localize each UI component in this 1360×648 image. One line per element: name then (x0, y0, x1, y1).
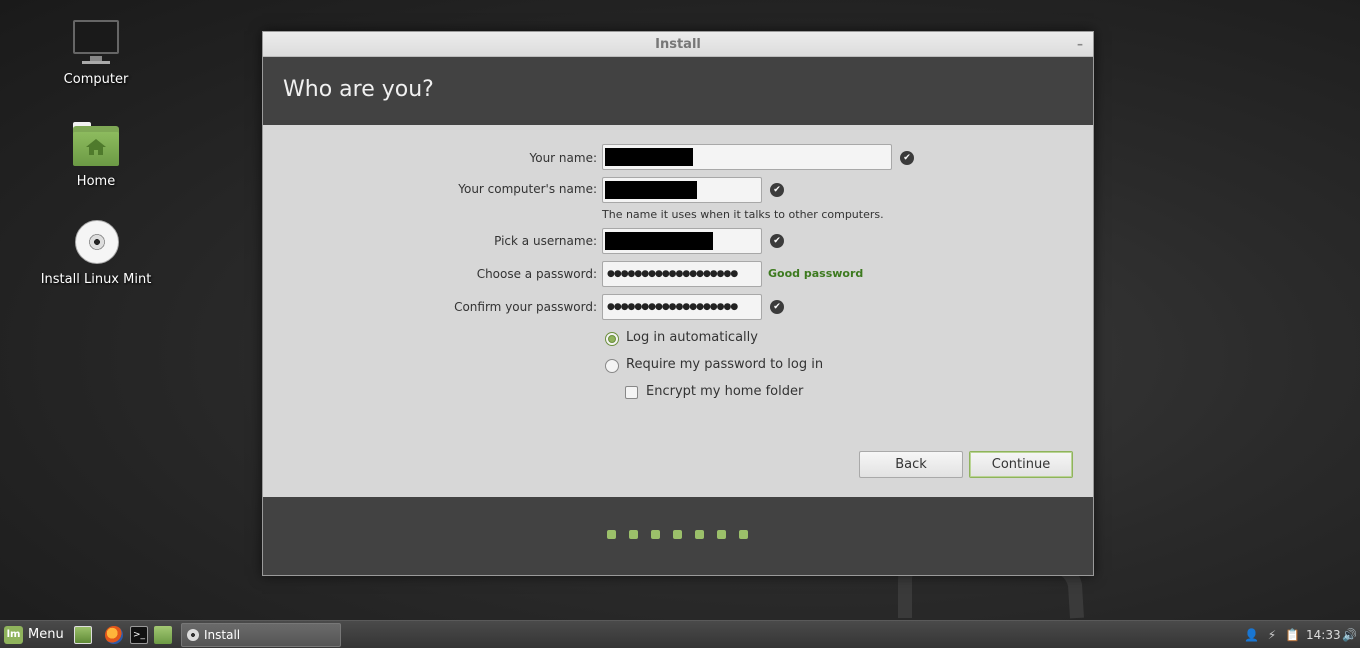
volume-icon[interactable]: 🔊 (1342, 628, 1357, 642)
window-title: Install (655, 37, 701, 52)
login-automatically-radio[interactable] (605, 332, 619, 346)
username-valid-check-icon: ✔ (770, 234, 784, 248)
desktop-icon-label: Home (76, 174, 116, 189)
require-password-radio[interactable] (605, 359, 619, 373)
username-input[interactable] (602, 228, 762, 254)
password-strength: Good password (768, 267, 864, 280)
taskbar: lm Menu >_ Install 👤 ⚡ 📋 14:33 🔊 (0, 620, 1360, 648)
page-title: Who are you? (283, 77, 434, 102)
continue-button[interactable]: Continue (969, 451, 1073, 478)
computer-name-label: Your computer's name: (458, 182, 597, 196)
task-label: Install (204, 628, 241, 642)
mint-logo-icon: lm (4, 626, 23, 644)
computer-name-hint: The name it uses when it talks to other … (602, 208, 884, 221)
computer-name-valid-check-icon: ✔ (770, 183, 784, 197)
network-icon[interactable]: ⚡ (1265, 628, 1279, 642)
form-area: Your name: ✔ Your computer's name: ✔ The… (263, 125, 1093, 498)
clock[interactable]: 14:33 (1306, 621, 1341, 648)
progress-footer (263, 497, 1093, 575)
terminal-icon[interactable]: >_ (130, 626, 148, 644)
progress-dot (629, 530, 638, 539)
computer-icon (70, 20, 122, 68)
encrypt-home-label[interactable]: Encrypt my home folder (646, 384, 803, 399)
confirm-password-input[interactable]: ●●●●●●●●●●●●●●●●●●● (602, 294, 762, 320)
login-automatically-label[interactable]: Log in automatically (626, 330, 758, 345)
window-titlebar[interactable]: Install – (263, 32, 1093, 57)
progress-dot (651, 530, 660, 539)
encrypt-home-checkbox[interactable] (625, 386, 638, 399)
your-name-input[interactable] (602, 144, 892, 170)
redacted-value (605, 232, 713, 250)
install-window: Install – Who are you? Your name: ✔ Your… (262, 31, 1094, 576)
desktop-icon-computer[interactable]: Computer (26, 20, 166, 87)
confirm-valid-check-icon: ✔ (770, 300, 784, 314)
home-folder-icon (70, 122, 122, 170)
menu-button[interactable]: lm Menu (4, 625, 64, 645)
progress-dot (607, 530, 616, 539)
taskbar-install-task[interactable]: Install (181, 623, 341, 647)
password-input[interactable]: ●●●●●●●●●●●●●●●●●●● (602, 261, 762, 287)
progress-dot (717, 530, 726, 539)
show-desktop-icon[interactable] (74, 626, 92, 644)
confirm-password-label: Confirm your password: (454, 300, 597, 314)
clipboard-icon[interactable]: 📋 (1285, 628, 1300, 642)
name-valid-check-icon: ✔ (900, 151, 914, 165)
cd-icon (70, 220, 122, 268)
files-folder-icon[interactable] (154, 626, 172, 644)
desktop-icon-install[interactable]: Install Linux Mint (26, 220, 166, 287)
minimize-icon[interactable]: – (1077, 32, 1083, 57)
computer-name-input[interactable] (602, 177, 762, 203)
progress-dot (739, 530, 748, 539)
redacted-value (605, 181, 697, 199)
redacted-value (605, 148, 693, 166)
header-band: Who are you? (263, 57, 1093, 125)
menu-label: Menu (28, 627, 64, 642)
desktop-icon-home[interactable]: Home (26, 122, 166, 189)
username-label: Pick a username: (494, 234, 597, 248)
password-label: Choose a password: (476, 267, 597, 281)
desktop-icon-label: Install Linux Mint (40, 272, 152, 287)
progress-dot (695, 530, 704, 539)
firefox-icon[interactable] (105, 626, 123, 644)
cd-icon (187, 629, 199, 641)
desktop-icon-label: Computer (63, 72, 129, 87)
user-icon[interactable]: 👤 (1244, 628, 1259, 642)
back-button[interactable]: Back (859, 451, 963, 478)
your-name-label: Your name: (529, 151, 597, 165)
progress-dot (673, 530, 682, 539)
require-password-label[interactable]: Require my password to log in (626, 357, 823, 372)
